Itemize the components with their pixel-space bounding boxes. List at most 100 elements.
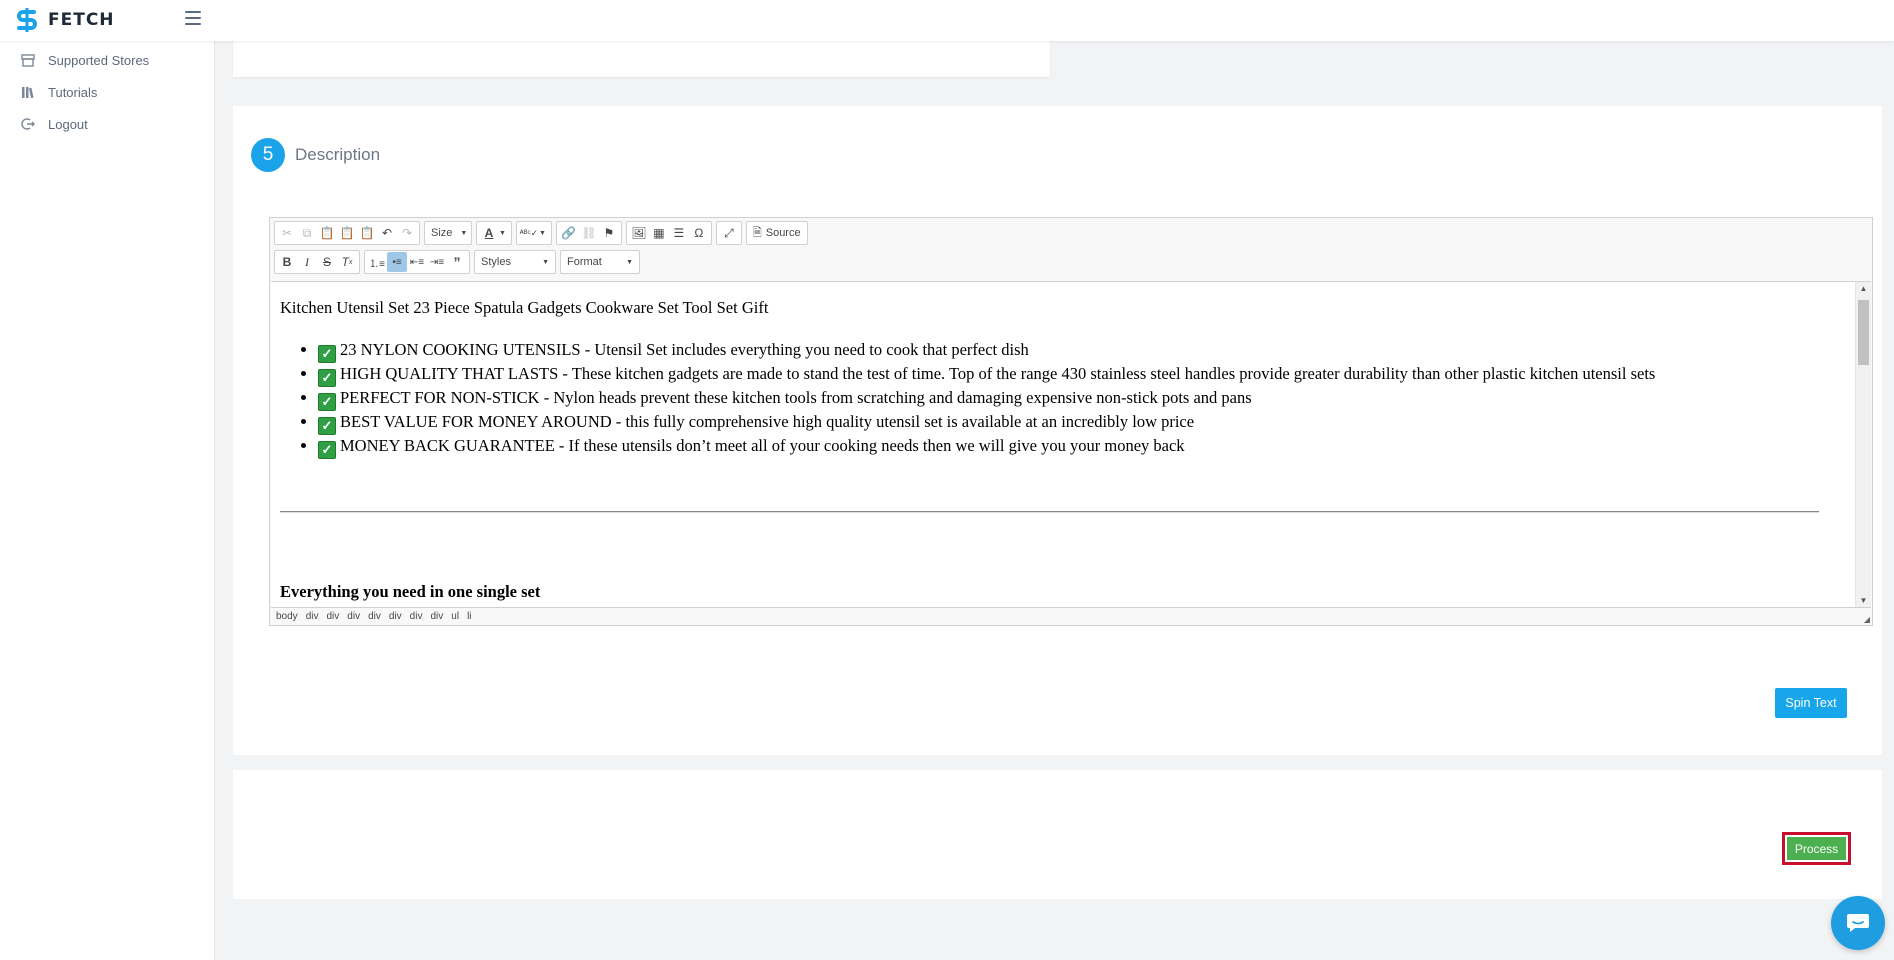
horizontal-rule [280, 511, 1819, 513]
bullet-text: These kitchen gadgets are made to stand … [571, 364, 1656, 383]
list-item: ✓MONEY BACK GUARANTEE - If these utensil… [318, 434, 1655, 459]
product-title-text: Kitchen Utensil Set 23 Piece Spatula Gad… [280, 298, 769, 317]
check-mark-icon: ✓ [318, 441, 336, 459]
list-item: ✓23 NYLON COOKING UTENSILS - Utensil Set… [318, 338, 1655, 363]
text-color-icon[interactable]: A [479, 223, 499, 243]
check-mark-icon: ✓ [318, 417, 336, 435]
view-group: ⤢ [715, 221, 742, 245]
cut-icon[interactable]: ✂ [277, 223, 297, 243]
path-item[interactable]: div [326, 611, 339, 622]
bullet-heading: PERFECT FOR NON-STICK - [340, 388, 554, 407]
sidebar-item-supported-stores[interactable]: Supported Stores [0, 44, 214, 76]
app-name: FETCH [48, 10, 115, 30]
special-char-icon[interactable]: Ω [689, 223, 709, 243]
list-item: ✓HIGH QUALITY THAT LASTS - These kitchen… [318, 362, 1656, 387]
chevron-down-icon: ▼ [626, 258, 633, 266]
editor-content-area[interactable]: Kitchen Utensil Set 23 Piece Spatula Gad… [271, 281, 1871, 608]
remove-format-icon[interactable]: Tx [337, 252, 357, 272]
table-icon[interactable]: ▦ [649, 223, 669, 243]
path-item[interactable]: li [467, 611, 471, 622]
fetch-logo-icon [17, 8, 37, 32]
resize-handle-icon[interactable]: ◢ [1864, 615, 1870, 624]
paste-text-icon[interactable]: 📋 [337, 223, 357, 243]
process-button[interactable]: Process [1787, 837, 1846, 860]
scroll-down-icon[interactable]: ▼ [1856, 596, 1871, 605]
sidebar-item-label: Supported Stores [48, 52, 150, 68]
sidebar-item-tutorials[interactable]: Tutorials [0, 76, 214, 108]
path-item[interactable]: div [368, 611, 381, 622]
bullet-text: If these utensils don’t meet all of your… [568, 436, 1185, 455]
app-logo[interactable]: FETCH [14, 7, 115, 33]
undo-icon[interactable]: ↶ [377, 223, 397, 243]
path-item[interactable]: div [306, 611, 319, 622]
editor-scrollbar[interactable]: ▲ ▼ [1855, 282, 1871, 607]
format-dropdown[interactable]: Format ▼ [560, 250, 640, 274]
basic-styles-group: B I S Tx [274, 250, 360, 274]
numbered-list-icon[interactable]: ⒈≡ [367, 252, 387, 272]
size-dropdown[interactable]: Size ▼ [424, 221, 472, 245]
anchor-flag-icon[interactable]: ⚑ [599, 223, 619, 243]
sidebar-item-logout[interactable]: Logout [0, 108, 214, 140]
bulleted-list-icon[interactable]: •≡ [387, 252, 407, 272]
clipboard-group: ✂ ⧉ 📋 📋 📋 ↶ ↷ [274, 221, 420, 245]
bullet-heading: HIGH QUALITY THAT LASTS - [340, 364, 572, 383]
books-icon [20, 84, 36, 100]
source-button[interactable]: 🗎 Source [745, 221, 808, 245]
image-icon[interactable]: 🖼 [629, 223, 649, 243]
chevron-down-icon: ▼ [460, 229, 468, 237]
section-title: Description [295, 145, 381, 164]
sidebar-item-label: Logout [48, 116, 88, 132]
top-bar: FETCH [0, 0, 1894, 41]
link-group: 🔗 ⛓ ⚑ [555, 221, 622, 245]
logout-icon [20, 116, 36, 132]
text-color-group: A ▼ [476, 221, 512, 245]
styles-dropdown[interactable]: Styles ▼ [474, 250, 556, 274]
styles-dropdown-label: Styles [481, 256, 511, 268]
spin-text-button[interactable]: Spin Text [1775, 688, 1847, 718]
list-item: ✓BEST VALUE FOR MONEY AROUND - this full… [318, 410, 1655, 435]
bullet-heading: MONEY BACK GUARANTEE - [340, 436, 569, 455]
section-header: 5 Description [251, 138, 380, 172]
element-path-bar: body div div div div div div div ul li [270, 607, 1878, 625]
unlink-icon[interactable]: ⛓ [579, 223, 599, 243]
blockquote-icon[interactable]: ” [447, 252, 467, 272]
maximize-icon[interactable]: ⤢ [719, 223, 739, 243]
increase-indent-icon[interactable]: ⇥≡ [427, 252, 447, 272]
paste-icon[interactable]: 📋 [317, 223, 337, 243]
path-item[interactable]: div [389, 611, 402, 622]
decrease-indent-icon[interactable]: ⇤≡ [407, 252, 427, 272]
strikethrough-icon[interactable]: S [317, 252, 337, 272]
bullet-text: Utensil Set includes everything you need… [594, 340, 1029, 359]
chevron-down-icon: ▼ [542, 258, 549, 266]
link-icon[interactable]: 🔗 [559, 223, 579, 243]
menu-toggle-icon[interactable] [185, 11, 201, 25]
path-item[interactable]: div [430, 611, 443, 622]
copy-icon[interactable]: ⧉ [297, 223, 317, 243]
source-icon: 🗎 [752, 226, 762, 239]
scrollbar-thumb[interactable] [1858, 300, 1869, 365]
path-item[interactable]: div [347, 611, 360, 622]
path-item[interactable]: ul [451, 611, 459, 622]
list-item: ✓PERFECT FOR NON-STICK - Nylon heads pre… [318, 386, 1655, 411]
horizontal-rule-icon[interactable]: ☰ [669, 223, 689, 243]
chevron-down-icon: ▼ [538, 229, 546, 237]
redo-icon[interactable]: ↷ [397, 223, 417, 243]
bullet-heading: BEST VALUE FOR MONEY AROUND - [340, 412, 626, 431]
step-number-badge: 5 [251, 138, 285, 172]
bold-icon[interactable]: B [277, 252, 297, 272]
source-button-label: Source [765, 227, 801, 239]
process-section-card: Process [233, 770, 1882, 899]
spellcheck-icon[interactable]: ᴬᴮᶜ✓ [519, 223, 539, 243]
scroll-up-icon[interactable]: ▲ [1856, 284, 1871, 293]
chat-widget-button[interactable] [1831, 896, 1885, 950]
size-dropdown-label: Size [431, 227, 453, 239]
chevron-down-icon: ▼ [499, 229, 506, 237]
italic-icon[interactable]: I [297, 252, 317, 272]
editor-toolbar: ✂ ⧉ 📋 📋 📋 ↶ ↷ Size ▼ A ▼ ᴬᴮᶜ✓ ▼ 🔗 ⛓ ⚑ 🖼 … [270, 218, 1872, 280]
description-section-card: 5 Description ✂ ⧉ 📋 📋 📋 ↶ ↷ Size ▼ A ▼ ᴬ… [233, 106, 1882, 755]
paste-word-icon[interactable]: 📋 [357, 223, 377, 243]
store-icon [20, 52, 36, 68]
path-item[interactable]: body [276, 611, 298, 622]
bullet-text: Nylon heads prevent these kitchen tools … [553, 388, 1252, 407]
path-item[interactable]: div [410, 611, 423, 622]
